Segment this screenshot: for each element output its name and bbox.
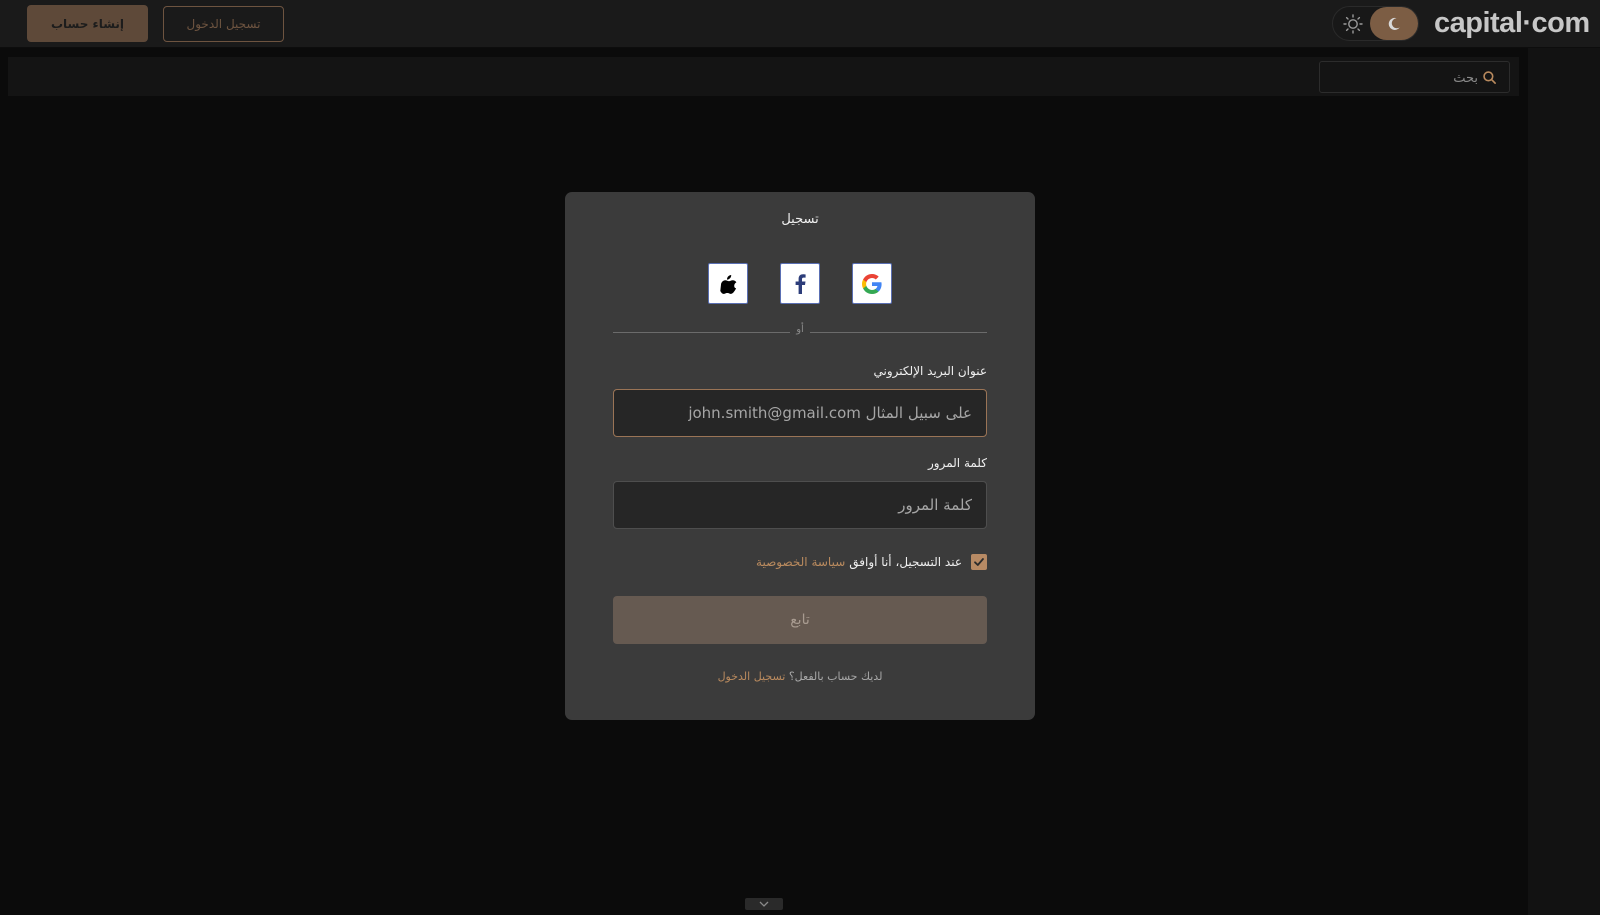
right-side-rail [1528, 48, 1600, 915]
google-signin-button[interactable] [852, 263, 892, 304]
search-icon[interactable] [1482, 70, 1497, 85]
top-header: إنشاء حساب تسجيل الدخول capital·com [0, 0, 1600, 48]
search-box[interactable] [1319, 61, 1510, 93]
signup-modal: تسجيل أو عنوان البريد الإلكتروني كلمة ال… [565, 192, 1035, 720]
scroll-down-button[interactable] [745, 898, 783, 910]
login-button[interactable]: تسجيل الدخول [163, 6, 284, 42]
continue-button[interactable]: تابع [613, 596, 987, 644]
apple-icon [720, 274, 737, 294]
have-account-text: لديك حساب بالفعل؟ [788, 670, 883, 683]
apple-signin-button[interactable] [708, 263, 748, 304]
theme-toggle[interactable] [1332, 6, 1419, 41]
moon-icon [1388, 17, 1400, 30]
facebook-icon [795, 273, 806, 294]
chevron-down-icon [759, 901, 769, 907]
search-input[interactable] [1328, 66, 1478, 90]
email-field[interactable] [613, 389, 987, 437]
consent-text: عند التسجيل، أنا أوافق [849, 555, 962, 569]
google-icon [862, 273, 882, 294]
password-label: كلمة المرور [927, 456, 987, 470]
privacy-policy-link[interactable]: سياسة الخصوصية [756, 555, 845, 569]
password-input[interactable] [614, 482, 986, 528]
consent-checkbox[interactable] [971, 554, 987, 570]
create-account-button[interactable]: إنشاء حساب [27, 5, 148, 42]
privacy-consent: سياسة الخصوصية عند التسجيل، أنا أوافق [756, 554, 987, 570]
capital-com-logo[interactable]: capital·com [1434, 3, 1590, 43]
login-link[interactable]: تسجيل الدخول [718, 670, 786, 683]
or-divider-text: أو [796, 324, 804, 335]
modal-title: تسجيل [781, 212, 819, 227]
password-field[interactable] [613, 481, 987, 529]
checkmark-icon [974, 558, 984, 566]
email-input[interactable] [614, 390, 986, 436]
email-label: عنوان البريد الإلكتروني [873, 364, 987, 378]
facebook-signin-button[interactable] [780, 263, 820, 304]
have-account-line: لديك حساب بالفعل؟ تسجيل الدخول [565, 670, 1035, 683]
sun-icon[interactable] [1343, 14, 1363, 34]
dark-mode-knob[interactable] [1370, 7, 1418, 40]
search-bar-strip [8, 57, 1519, 96]
